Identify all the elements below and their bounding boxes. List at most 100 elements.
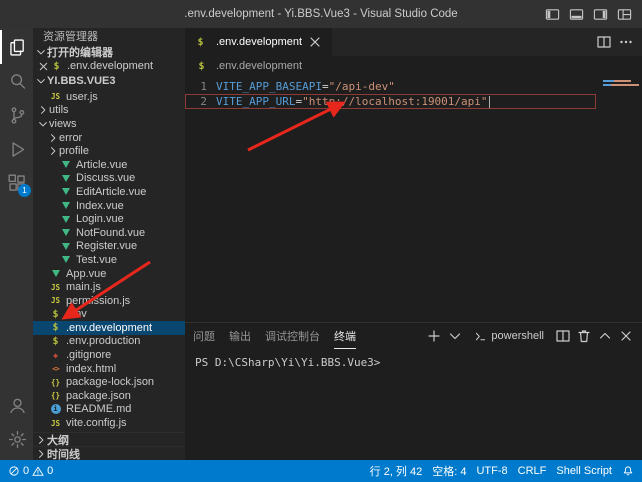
- open-editor-label: .env.development: [67, 60, 153, 72]
- tree-item-permission.js[interactable]: JSpermission.js: [33, 294, 185, 308]
- toggle-secondary-sidebar-icon[interactable]: [593, 7, 608, 22]
- file-name: EditArticle.vue: [76, 186, 146, 198]
- new-terminal-icon[interactable]: [426, 328, 442, 344]
- file-name: .env.development: [66, 322, 152, 334]
- project-root-header[interactable]: YI.BBS.VUE3: [33, 73, 185, 88]
- tree-item-package.json[interactable]: {}package.json: [33, 389, 185, 403]
- tree-item-views[interactable]: views: [33, 117, 185, 131]
- tree-item-.env.development[interactable]: $.env.development: [33, 321, 185, 335]
- file-name: package.json: [66, 390, 131, 402]
- code-token: "http://localhost:19001/api": [302, 95, 487, 108]
- file-name: Index.vue: [76, 200, 124, 212]
- encoding-status[interactable]: UTF-8: [476, 460, 507, 482]
- tree-item-utils[interactable]: utils: [33, 104, 185, 118]
- extensions-badge: 1: [18, 184, 31, 197]
- file-name: profile: [59, 145, 89, 157]
- eol-status[interactable]: CRLF: [518, 460, 547, 482]
- maximize-panel-icon[interactable]: [597, 328, 613, 344]
- customize-layout-icon[interactable]: [617, 7, 632, 22]
- tree-item-README.md[interactable]: i README.md: [33, 403, 185, 417]
- terminal-output[interactable]: PS D:\CSharp\Yi\Yi.BBS.Vue3>: [185, 349, 642, 460]
- language-mode-status[interactable]: Shell Script: [556, 460, 612, 482]
- titlebar-layout-actions: [545, 7, 642, 22]
- activity-account[interactable]: [0, 388, 33, 422]
- panel-tab-问题[interactable]: 问题: [193, 323, 215, 349]
- tree-item-Discuss.vue[interactable]: Discuss.vue: [33, 172, 185, 186]
- close-tab-icon[interactable]: [307, 34, 323, 50]
- tree-item-user.js[interactable]: JSuser.js: [33, 90, 185, 104]
- activity-run-debug[interactable]: [0, 132, 33, 166]
- toggle-panel-icon[interactable]: [569, 7, 584, 22]
- tree-item-Index.vue[interactable]: Index.vue: [33, 199, 185, 213]
- terminal-shell-item[interactable]: powershell: [468, 330, 550, 343]
- activity-settings[interactable]: [0, 422, 33, 456]
- cursor-position-status[interactable]: 行 2, 列 42: [370, 460, 423, 482]
- terminal-dropdown-chevron-icon[interactable]: [447, 328, 463, 344]
- kill-terminal-icon[interactable]: [576, 328, 592, 344]
- file-name: Test.vue: [76, 254, 117, 266]
- file-name: .env: [66, 308, 87, 320]
- tree-item-Register.vue[interactable]: Register.vue: [33, 240, 185, 254]
- open-editors-header[interactable]: 打开的编辑器: [33, 44, 185, 59]
- activity-extensions[interactable]: 1: [0, 166, 33, 200]
- split-editor-icon[interactable]: [596, 34, 612, 50]
- tree-item-error[interactable]: error: [33, 131, 185, 145]
- chevron-right-icon: [35, 448, 47, 460]
- timeline-section-header[interactable]: 时间线: [33, 446, 185, 460]
- panel-tab-调试控制台[interactable]: 调试控制台: [265, 323, 320, 349]
- outline-section-header[interactable]: 大纲: [33, 432, 185, 446]
- file-name: .env.production: [66, 335, 140, 347]
- notifications-bell[interactable]: [622, 460, 634, 482]
- activity-bar-bottom: [0, 388, 33, 456]
- timeline-label: 时间线: [47, 446, 80, 461]
- env-file-icon: $: [195, 60, 208, 73]
- toggle-primary-sidebar-icon[interactable]: [545, 7, 560, 22]
- panel-tab-输出[interactable]: 输出: [229, 323, 251, 349]
- tree-item-Article.vue[interactable]: Article.vue: [33, 158, 185, 172]
- code-editor[interactable]: 1VITE_APP_BASEAPI="/api-dev"2VITE_APP_UR…: [185, 76, 642, 322]
- more-actions-icon[interactable]: [618, 34, 634, 50]
- warning-count: 0: [47, 465, 53, 477]
- activity-explorer[interactable]: [0, 30, 33, 64]
- source-control-icon: [7, 105, 28, 126]
- tree-item-EditArticle.vue[interactable]: EditArticle.vue: [33, 185, 185, 199]
- split-terminal-icon[interactable]: [555, 328, 571, 344]
- tree-item-App.vue[interactable]: App.vue: [33, 267, 185, 281]
- error-icon: [8, 465, 20, 477]
- shell-label: powershell: [491, 330, 544, 342]
- activity-source-control[interactable]: [0, 98, 33, 132]
- file-name: README.md: [66, 403, 131, 415]
- close-editor-icon[interactable]: [37, 60, 50, 73]
- problems-status[interactable]: 0 0: [8, 460, 53, 482]
- close-panel-icon[interactable]: [618, 328, 634, 344]
- readme-file-icon: i: [49, 403, 62, 416]
- tree-item-.env.production[interactable]: $.env.production: [33, 335, 185, 349]
- editor-tab-.env.development[interactable]: $.env.development: [185, 28, 333, 56]
- settings-gear-icon: [7, 429, 28, 450]
- tree-item-.gitignore[interactable]: ◆.gitignore: [33, 348, 185, 362]
- panel-tab-终端[interactable]: 终端: [334, 323, 356, 349]
- tree-item-NotFound.vue[interactable]: NotFound.vue: [33, 226, 185, 240]
- tree-item-Login.vue[interactable]: Login.vue: [33, 212, 185, 226]
- tree-item-profile[interactable]: profile: [33, 144, 185, 158]
- breadcrumb[interactable]: $ .env.development: [185, 56, 642, 76]
- tree-item-Test.vue[interactable]: Test.vue: [33, 253, 185, 267]
- indentation-status[interactable]: 空格: 4: [432, 460, 466, 482]
- tree-item-main.js[interactable]: JSmain.js: [33, 280, 185, 294]
- error-count: 0: [23, 465, 29, 477]
- vue-file-icon: [59, 158, 72, 171]
- tree-item-.env[interactable]: $.env: [33, 308, 185, 322]
- sidebar-bottom-sections: 大纲时间线: [33, 432, 185, 460]
- minimap[interactable]: [600, 76, 642, 322]
- open-editor-item[interactable]: $.env.development: [33, 59, 185, 73]
- minimap-line-1: [603, 80, 631, 82]
- panel-header: 问题输出调试控制台终端 powershell: [185, 323, 642, 349]
- vue-file-icon: [59, 199, 72, 212]
- open-editors-label: 打开的编辑器: [47, 44, 113, 60]
- run-debug-icon: [7, 139, 28, 160]
- tree-item-vite.config.js[interactable]: JSvite.config.js: [33, 416, 185, 430]
- tree-item-index.html[interactable]: <>index.html: [33, 362, 185, 376]
- editor-tab-bar: $.env.development: [185, 28, 642, 56]
- activity-search[interactable]: [0, 64, 33, 98]
- tree-item-package-lock.json[interactable]: {}package-lock.json: [33, 375, 185, 389]
